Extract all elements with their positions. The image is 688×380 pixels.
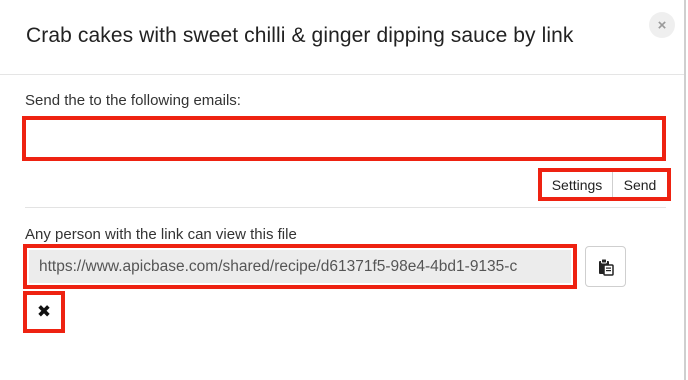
- email-input[interactable]: [26, 120, 662, 157]
- close-x-icon: ✖: [36, 302, 52, 321]
- copy-link-button[interactable]: [585, 246, 626, 287]
- close-icon: ×: [657, 16, 667, 34]
- share-link-field[interactable]: https://www.apicbase.com/shared/recipe/d…: [23, 244, 577, 289]
- remove-link-button[interactable]: ✖: [23, 291, 65, 333]
- section-divider: [25, 207, 666, 208]
- share-link-url[interactable]: https://www.apicbase.com/shared/recipe/d…: [29, 250, 571, 283]
- email-field-wrapper: [22, 116, 666, 161]
- clipboard-icon: [598, 258, 614, 276]
- dialog-title: Crab cakes with sweet chilli & ginger di…: [26, 24, 574, 47]
- share-dialog: Crab cakes with sweet chilli & ginger di…: [0, 0, 686, 380]
- send-button[interactable]: Send: [613, 172, 667, 197]
- dialog-header: Crab cakes with sweet chilli & ginger di…: [0, 0, 684, 75]
- link-label: Any person with the link can view this f…: [25, 226, 297, 243]
- email-actions: Settings Send: [538, 168, 671, 201]
- settings-button[interactable]: Settings: [542, 172, 613, 197]
- email-label: Send the to the following emails:: [25, 92, 241, 109]
- close-button[interactable]: ×: [649, 12, 675, 38]
